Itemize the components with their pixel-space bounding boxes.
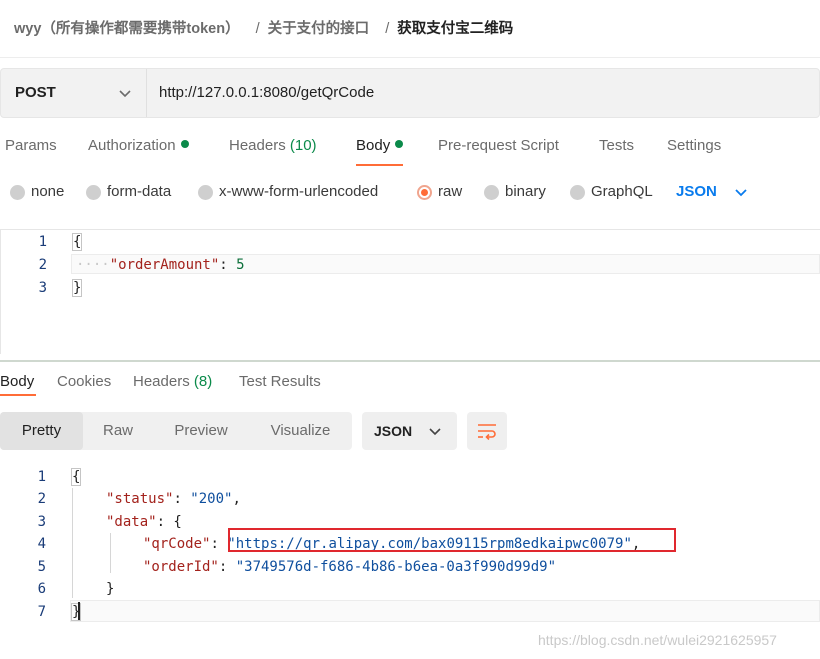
watermark: https://blog.csdn.net/wulei2921625957 (538, 632, 777, 648)
headers-count: (8) (193, 373, 213, 390)
qrcode-highlight-box (228, 528, 676, 552)
code-line: } (106, 581, 115, 597)
line-number: 5 (37, 559, 46, 575)
current-line-highlight (70, 600, 820, 622)
format-preview[interactable]: Preview (153, 412, 249, 450)
radio-label-urlencoded[interactable]: x-www-form-urlencoded (219, 183, 378, 200)
tab-response-headers[interactable]: Headers (8) (133, 373, 212, 390)
line-number: 1 (37, 469, 46, 485)
radio-none[interactable] (10, 185, 25, 200)
wrap-lines-button[interactable] (467, 412, 507, 450)
code-line: } (72, 279, 83, 297)
radio-label-none[interactable]: none (31, 183, 64, 200)
tab-pre-request-script[interactable]: Pre-request Script (438, 137, 559, 154)
text-cursor (78, 602, 80, 620)
radio-raw[interactable] (417, 185, 432, 200)
chevron-down-icon (429, 428, 441, 436)
response-language-label: JSON (374, 423, 413, 439)
response-language-select[interactable]: JSON (362, 412, 457, 450)
line-number: 2 (37, 491, 46, 507)
radio-graphql[interactable] (570, 185, 585, 200)
headers-count: (10) (289, 137, 317, 154)
request-body-editor[interactable]: 1 2 3 { ····"orderAmount": 5 } (0, 229, 820, 354)
code-line: "orderId": "3749576d-f686-4b86-b6ea-0a3f… (143, 559, 557, 575)
code-line: { (72, 233, 83, 251)
format-pretty[interactable]: Pretty (0, 412, 83, 450)
breadcrumb-request[interactable]: 获取支付宝二维码 (397, 21, 513, 37)
line-number: 1 (38, 234, 47, 250)
radio-label-raw[interactable]: raw (438, 183, 462, 200)
tab-body[interactable]: Body (356, 137, 404, 166)
line-number: 7 (37, 604, 46, 620)
body-language-select[interactable]: JSON (676, 183, 717, 200)
status-dot-icon (180, 140, 189, 148)
radio-binary[interactable] (484, 185, 499, 200)
tab-response-body[interactable]: Body (0, 373, 37, 396)
code-line: ····"orderAmount": 5 (76, 257, 245, 273)
pane-splitter[interactable] (0, 360, 820, 362)
tab-authorization[interactable]: Authorization (88, 137, 189, 154)
breadcrumb-collection[interactable]: wyy（所有操作都需要携带token） (14, 21, 240, 37)
breadcrumb: wyy（所有操作都需要携带token） / 关于支付的接口 / 获取支付宝二维码 (14, 17, 513, 38)
radio-label-form-data[interactable]: form-data (107, 183, 171, 200)
indent-guide (72, 488, 73, 598)
format-visualize[interactable]: Visualize (249, 412, 352, 450)
url-input[interactable]: http://127.0.0.1:8080/getQrCode (159, 84, 374, 101)
chevron-down-icon[interactable] (734, 186, 748, 200)
radio-urlencoded[interactable] (198, 185, 213, 200)
code-line: "data": { (106, 514, 182, 530)
radio-label-graphql[interactable]: GraphQL (591, 183, 653, 200)
line-number: 6 (37, 581, 46, 597)
header-divider (0, 57, 820, 58)
response-format-group: Pretty Raw Preview Visualize (0, 412, 352, 450)
tab-tests[interactable]: Tests (599, 137, 634, 154)
code-line: "status": "200", (106, 491, 241, 507)
breadcrumb-separator: / (255, 21, 260, 37)
breadcrumb-folder[interactable]: 关于支付的接口 (268, 21, 370, 37)
wrap-lines-icon (478, 424, 496, 440)
code-line: { (71, 468, 82, 486)
radio-form-data[interactable] (86, 185, 101, 200)
indent-guide (110, 533, 111, 573)
tab-headers[interactable]: Headers (10) (229, 137, 317, 154)
tab-params[interactable]: Params (5, 137, 57, 154)
tab-settings[interactable]: Settings (667, 137, 721, 154)
format-raw[interactable]: Raw (83, 412, 153, 450)
method-label: POST (15, 84, 56, 101)
line-number: 3 (38, 280, 47, 296)
line-number: 4 (37, 536, 46, 552)
status-dot-icon (395, 140, 404, 148)
tab-response-cookies[interactable]: Cookies (57, 373, 111, 390)
radio-label-binary[interactable]: binary (505, 183, 546, 200)
line-number: 2 (38, 257, 47, 273)
chevron-down-icon (119, 90, 131, 98)
line-number: 3 (37, 514, 46, 530)
method-select[interactable]: POST (1, 69, 147, 117)
url-bar: POST http://127.0.0.1:8080/getQrCode (0, 68, 820, 118)
tab-test-results[interactable]: Test Results (239, 373, 321, 390)
breadcrumb-separator: / (385, 21, 390, 37)
